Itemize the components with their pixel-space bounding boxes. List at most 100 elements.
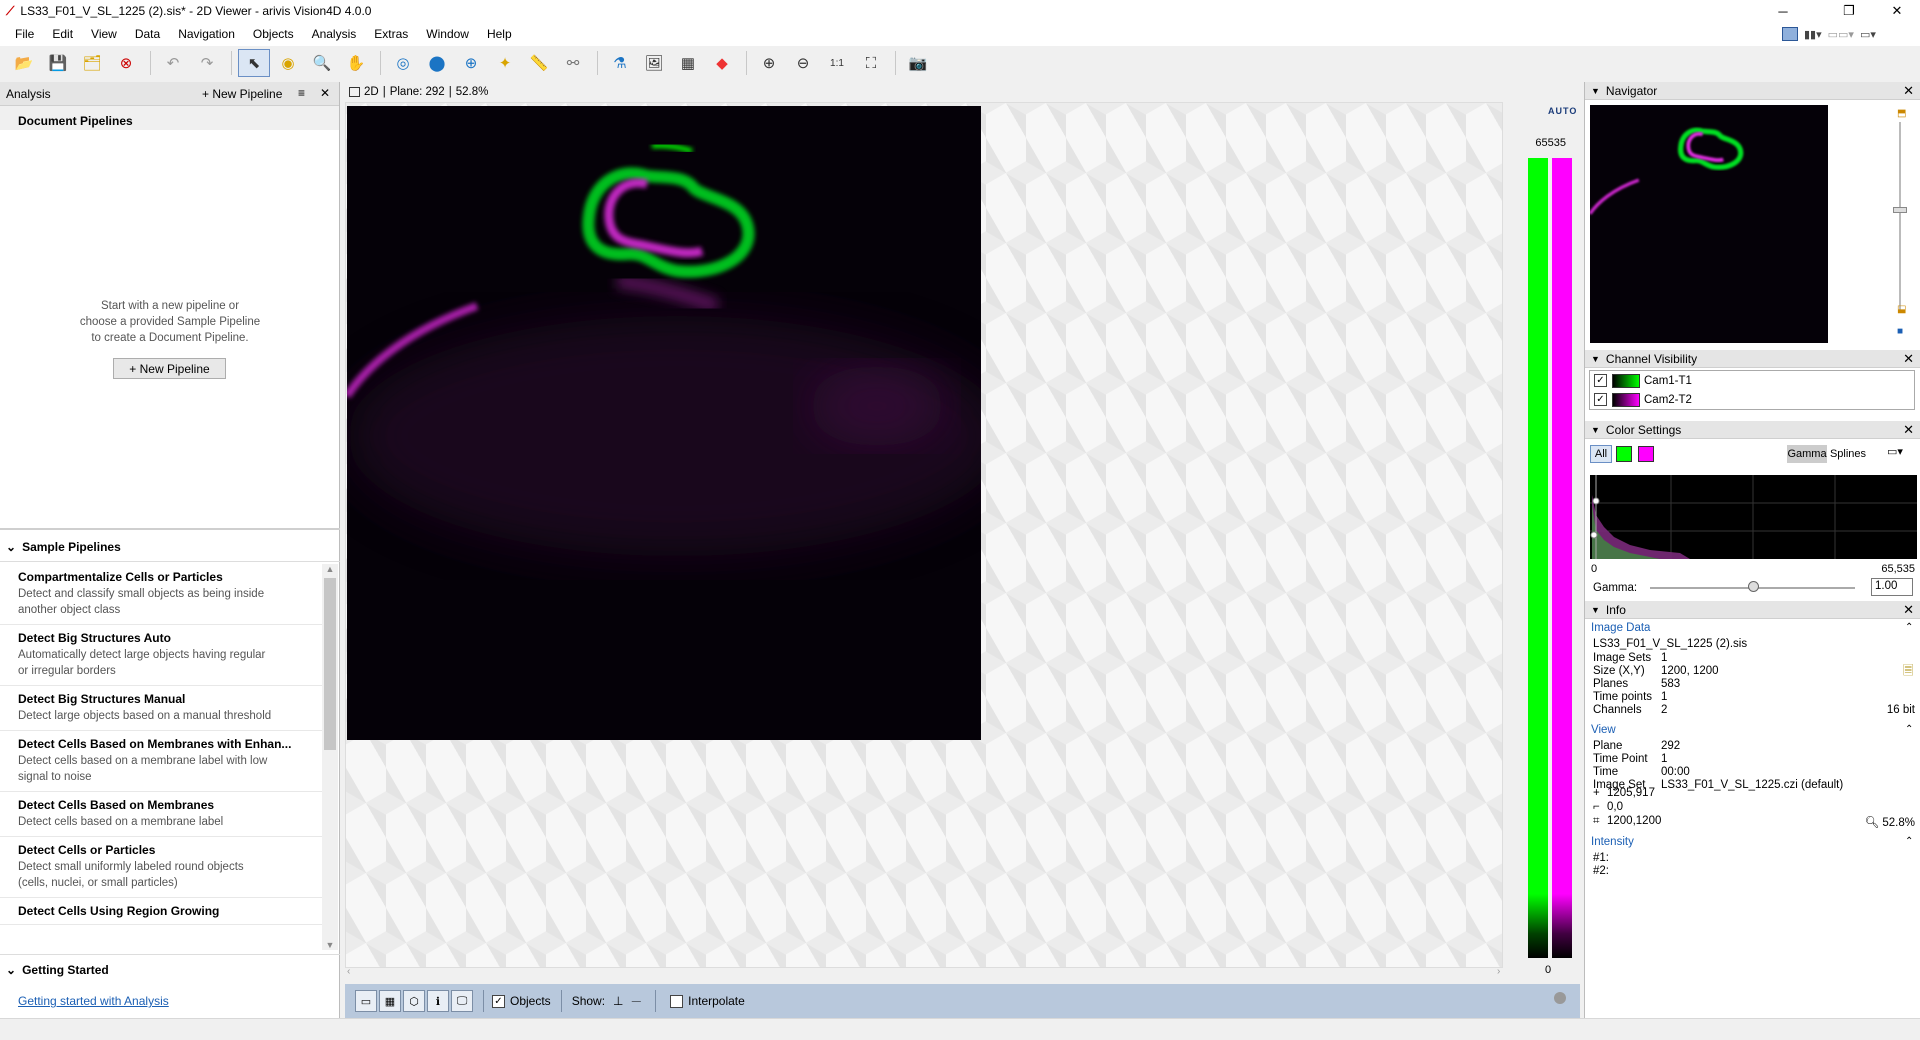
channel-color-swatch[interactable] xyxy=(1612,392,1640,407)
scroll-up-icon[interactable]: ▲ xyxy=(322,564,338,578)
intensity-title[interactable]: Intensity xyxy=(1591,836,1634,848)
getting-started-header[interactable]: ⌄ Getting Started xyxy=(0,954,340,984)
navigator-camera-icon[interactable]: ■ xyxy=(1897,326,1903,337)
settings-dot-icon[interactable] xyxy=(1554,992,1566,1004)
menu-file[interactable]: File xyxy=(6,27,43,41)
sample-pipeline-item[interactable]: Detect Cells Based on Membranes Detect ce… xyxy=(0,792,322,837)
show-outline-icon[interactable]: ⏤ xyxy=(632,994,642,1009)
gallery-view-button[interactable]: ▦ xyxy=(379,990,401,1012)
color-wheel-icon[interactable]: ◆ xyxy=(706,49,738,77)
h-scroll-right-icon[interactable]: › xyxy=(1497,966,1500,977)
rotate-icon[interactable]: ◎ xyxy=(387,49,419,77)
zoom-1to1-icon[interactable]: 1:1 xyxy=(821,49,853,77)
sample-pipelines-header[interactable]: ⌄ Sample Pipelines xyxy=(0,532,340,562)
camera-icon[interactable]: 📷 xyxy=(902,49,934,77)
minimize-button[interactable]: ─ xyxy=(1760,0,1806,22)
restore-button[interactable]: ❐ xyxy=(1826,0,1872,22)
single-plane-view-button[interactable]: ▭ xyxy=(355,990,377,1012)
ruler-icon[interactable]: 📏 xyxy=(523,49,555,77)
sample-pipeline-item[interactable]: Detect Big Structures Manual Detect large… xyxy=(0,686,322,731)
presentation-view-button[interactable]: 🖵 xyxy=(451,990,473,1012)
channel-visible-checkbox[interactable]: ✓ xyxy=(1594,374,1607,387)
undo-icon[interactable]: ↶ xyxy=(157,49,189,77)
new-pipeline-header-button[interactable]: + New Pipeline xyxy=(202,87,282,101)
select-pointer-icon[interactable]: ⬉ xyxy=(238,49,270,77)
close-icon[interactable]: ✕ xyxy=(1903,83,1914,99)
interpolate-checkbox[interactable] xyxy=(670,994,684,1008)
channel-visible-checkbox[interactable]: ✓ xyxy=(1594,393,1607,406)
menu-edit[interactable]: Edit xyxy=(43,27,82,41)
sample-pipeline-item[interactable]: Detect Cells Based on Membranes with Enh… xyxy=(0,731,322,792)
channel-row[interactable]: ✓ Cam1-T1 xyxy=(1590,371,1914,390)
menu-window[interactable]: Window xyxy=(417,27,478,41)
green-channel-bar[interactable] xyxy=(1528,158,1548,958)
draw-tool-icon[interactable]: ◉ xyxy=(272,49,304,77)
scroll-thumb[interactable] xyxy=(324,578,336,750)
redo-icon[interactable]: ↷ xyxy=(191,49,223,77)
channel-all-tab[interactable]: All xyxy=(1590,445,1612,463)
gamma-tab[interactable]: Gamma xyxy=(1787,445,1827,463)
navigator-zoom-slider[interactable] xyxy=(1899,122,1901,312)
menu-view[interactable]: View xyxy=(82,27,126,41)
new-pipeline-button[interactable]: + New Pipeline xyxy=(113,358,226,379)
menu-extras[interactable]: Extras xyxy=(365,27,417,41)
info-header[interactable]: ▼ Info ✕ xyxy=(1585,601,1920,619)
sample-pipeline-item[interactable]: Detect Cells Using Region Growing xyxy=(0,898,322,925)
channel-magenta-tab[interactable] xyxy=(1638,446,1654,462)
splines-tab[interactable]: Splines xyxy=(1828,445,1868,463)
image-canvas[interactable] xyxy=(345,102,1503,968)
getting-started-link[interactable]: Getting started with Analysis xyxy=(18,994,169,1008)
channel-visibility-header[interactable]: ▼ Channel Visibility ✕ xyxy=(1585,350,1920,368)
menu-analysis[interactable]: Analysis xyxy=(303,27,366,41)
close-icon[interactable]: ✕ xyxy=(1903,602,1914,618)
objects-checkbox[interactable]: ✓ xyxy=(492,994,505,1008)
collapse-up-icon[interactable]: ⌃ xyxy=(1905,836,1913,847)
open-icon[interactable]: 📂 xyxy=(8,49,40,77)
split-view-icon[interactable]: ▮▮▾ xyxy=(1804,28,1822,41)
close-icon[interactable]: ✕ xyxy=(1903,351,1914,367)
info-export-icon[interactable]: 🗏 xyxy=(1903,662,1913,684)
collapse-up-icon[interactable]: ⌃ xyxy=(1905,724,1913,735)
navigator-thumbnail[interactable] xyxy=(1590,105,1828,343)
save-all-icon[interactable]: 🗂 xyxy=(76,49,108,77)
flask-icon[interactable]: ⚗ xyxy=(604,49,636,77)
sample-pipeline-item[interactable]: Detect Cells or Particles Detect small un… xyxy=(0,837,322,898)
close-icon[interactable]: ✕ xyxy=(1903,422,1914,438)
sample-pipeline-item[interactable]: Compartmentalize Cells or Particles Detec… xyxy=(0,564,322,625)
pan-hand-icon[interactable]: ✋ xyxy=(340,49,372,77)
histogram[interactable] xyxy=(1590,475,1917,559)
menu-help[interactable]: Help xyxy=(478,27,521,41)
channel-green-tab[interactable] xyxy=(1616,446,1632,462)
scroll-down-icon[interactable]: ▼ xyxy=(322,940,338,950)
close-icon[interactable]: ✕ xyxy=(320,86,330,100)
auto-button[interactable]: AUTO xyxy=(1548,106,1577,116)
navigator-add-icon[interactable]: ⬓ xyxy=(1897,304,1906,315)
channel-color-swatch[interactable] xyxy=(1612,373,1640,388)
panel-layout-icon[interactable]: ▭▾ xyxy=(1860,28,1876,41)
object-tool-icon[interactable]: ⬤ xyxy=(421,49,453,77)
show-objects-icon[interactable]: ⊥ xyxy=(613,994,623,1008)
menu-objects[interactable]: Objects xyxy=(244,27,303,41)
microscopy-image[interactable] xyxy=(347,106,981,740)
collapse-up-icon[interactable]: ⌃ xyxy=(1905,622,1913,633)
magenta-channel-bar[interactable] xyxy=(1552,158,1572,958)
magic-wand-icon[interactable]: ✦ xyxy=(489,49,521,77)
table-icon[interactable]: ▦ xyxy=(672,49,704,77)
3d-view-button[interactable]: ⬡ xyxy=(403,990,425,1012)
zoom-tool-icon[interactable]: 🔍 xyxy=(306,49,338,77)
image-data-title[interactable]: Image Data xyxy=(1591,622,1650,634)
close-doc-icon[interactable]: ⊗ xyxy=(110,49,142,77)
zoom-in-icon[interactable]: ⊕ xyxy=(753,49,785,77)
magic-zoom-icon[interactable]: ⊕ xyxy=(455,49,487,77)
sample-pipeline-item[interactable]: Detect Big Structures Auto Automatically … xyxy=(0,625,322,686)
navigator-slider-thumb[interactable] xyxy=(1893,207,1907,213)
navigator-pin-icon[interactable]: ⬒ xyxy=(1897,108,1906,119)
layout-switcher[interactable]: ▮▮▾ ▭▭▾ ▭▾ xyxy=(1782,25,1918,43)
channel-row[interactable]: ✓ Cam2-T2 xyxy=(1590,390,1914,409)
color-settings-header[interactable]: ▼ Color Settings ✕ xyxy=(1585,421,1920,439)
menu-data[interactable]: Data xyxy=(126,27,169,41)
close-window-button[interactable]: ✕ xyxy=(1874,0,1920,22)
h-scroll-left-icon[interactable]: ‹ xyxy=(347,966,350,977)
menu-navigation[interactable]: Navigation xyxy=(169,27,244,41)
single-view-icon[interactable] xyxy=(1782,27,1798,41)
